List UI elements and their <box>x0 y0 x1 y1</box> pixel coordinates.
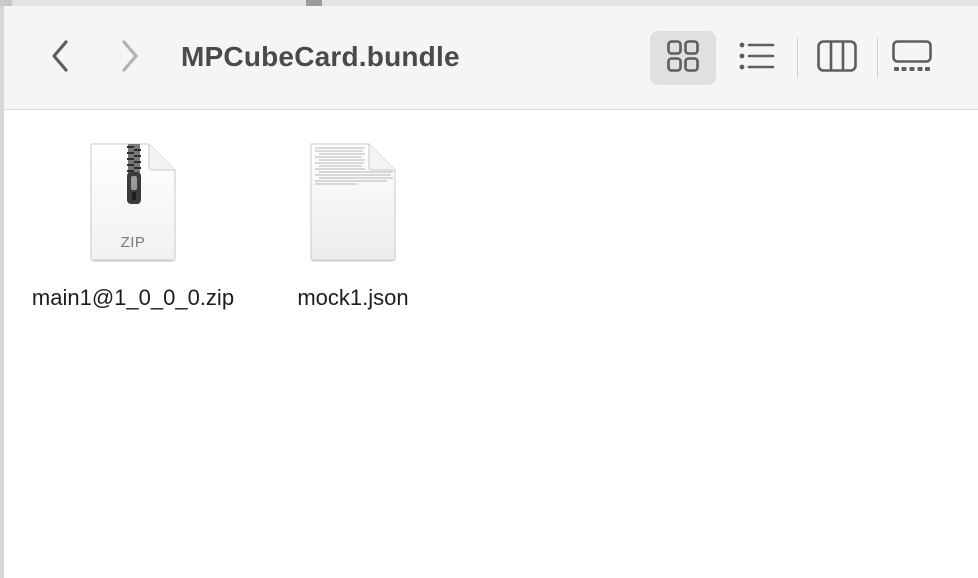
json-document-icon <box>307 140 399 264</box>
list-icon <box>739 42 775 75</box>
file-name: main1@1_0_0_0.zip <box>31 285 235 310</box>
chevron-right-icon <box>120 39 140 73</box>
zip-badge-label: ZIP <box>120 234 146 251</box>
columns-icon <box>817 39 857 77</box>
file-item[interactable]: ZIP main1@1_0_0_0.zip <box>23 140 243 314</box>
back-button[interactable] <box>43 39 77 73</box>
gallery-view-button[interactable] <box>884 31 940 85</box>
icon-view-button[interactable] <box>650 31 716 85</box>
list-view-button[interactable] <box>726 31 788 85</box>
grid-icon <box>667 39 699 77</box>
window-left-edge <box>0 6 4 578</box>
window-title: MPCubeCard.bundle <box>181 41 460 72</box>
column-view-button[interactable] <box>806 31 868 85</box>
file-item[interactable]: mock1.json <box>243 140 463 314</box>
toolbar-separator <box>797 38 798 78</box>
finder-window: MPCubeCard.bundle ZIP main1@1_0_0_0.zip … <box>0 0 978 578</box>
file-name: mock1.json <box>297 285 409 310</box>
gallery-icon <box>892 39 932 77</box>
toolbar-separator <box>877 38 878 78</box>
toolbar: MPCubeCard.bundle <box>0 6 978 110</box>
chevron-left-icon <box>50 39 70 73</box>
forward-button[interactable] <box>113 39 147 73</box>
